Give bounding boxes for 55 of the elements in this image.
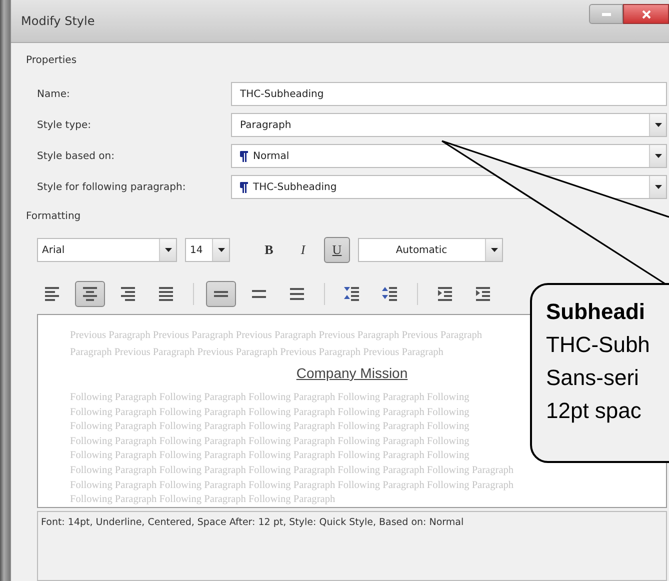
callout-title: Subheadi [546,298,646,326]
space-after-icon [381,285,399,303]
callout-text: 12pt spac [546,397,642,425]
close-icon [642,10,650,18]
section-heading: Properties [26,55,78,68]
align-center-button[interactable] [75,281,105,307]
font-dropdown[interactable]: Arial [37,238,177,262]
bold-button[interactable]: B [256,237,282,263]
align-right-icon [119,285,137,303]
italic-button[interactable]: I [290,237,316,263]
field-label: Name: [37,88,71,100]
close-button[interactable] [623,4,669,24]
preview-heading: Company Mission [296,365,408,381]
dropdown-arrow-icon [654,154,662,158]
preview-text: Following Paragraph Following Paragraph Following Paragraph Following Paragraph Following [70,406,470,420]
preview-text: Following Paragraph Following Paragraph Following Paragraph Following Paragraph Following Paragraph [70,464,514,478]
increase-indent-icon [474,285,492,303]
single-spacing-button[interactable] [206,281,236,307]
name-field[interactable]: THC-Subheading [231,82,667,106]
dropdown-arrow-icon [654,185,662,189]
font-size-dropdown[interactable]: 14 [185,238,230,262]
style-dropdown[interactable]: Normal [231,144,667,168]
align-center-icon [81,285,99,303]
preview-text: Following Paragraph Following Paragraph Following Paragraph Following Paragraph Following [70,420,470,434]
window-title: Modify Style [21,14,95,28]
field-label: Style based on: [37,150,116,162]
section-heading: Formatting [26,211,82,224]
preview-text: Following Paragraph Following Paragraph Following Paragraph Following Paragraph Following [70,449,470,464]
callout-text: Sans-seri [546,364,639,392]
dropdown-arrow-icon [164,248,172,252]
preview-text: Previous Paragraph Previous Paragraph Previous Paragraph Previous Paragraph Previous Paragraph [70,329,482,343]
style-type-dropdown[interactable]: Paragraph [231,113,667,137]
callout-text: THC-Subh [546,331,650,359]
field-label: Style for following paragraph: [37,182,187,192]
style-description: Font: 14pt, Underline, Centered, Space After: 12 pt, Style: Quick Style, Based on: Normal [41,517,464,528]
space-before-icon [343,285,361,303]
underline-button[interactable]: U [324,237,350,263]
font-color-dropdown[interactable]: Automatic [358,238,503,262]
dropdown-arrow-icon [490,248,498,252]
align-left-icon [43,285,61,303]
preview-text: Following Paragraph Following Paragraph Following Paragraph Following Paragraph Following Paragraph [70,478,514,493]
double-spacing-icon [288,285,306,303]
preview-text: Following Paragraph Following Paragraph Following Paragraph Following Paragraph Following [70,434,470,449]
preview-text: Paragraph Previous Paragraph Previous Paragraph Previous Paragraph Previous Paragraph [70,346,444,360]
minimize-icon [602,12,610,16]
decrease-indent-icon [436,285,454,303]
minimize-button[interactable] [589,4,623,24]
dropdown-arrow-icon [654,123,662,127]
paragraph-mark-icon [240,150,248,162]
dropdown-arrow-icon [218,248,224,252]
field-label: Style type: [37,120,92,130]
preview-text: Following Paragraph Following Paragraph Following Paragraph Following Paragraph Following [70,391,470,405]
preview-text: Following Paragraph Following Paragraph Following Paragraph [70,493,336,508]
justify-icon [157,285,175,303]
paragraph-mark-icon [240,182,248,192]
